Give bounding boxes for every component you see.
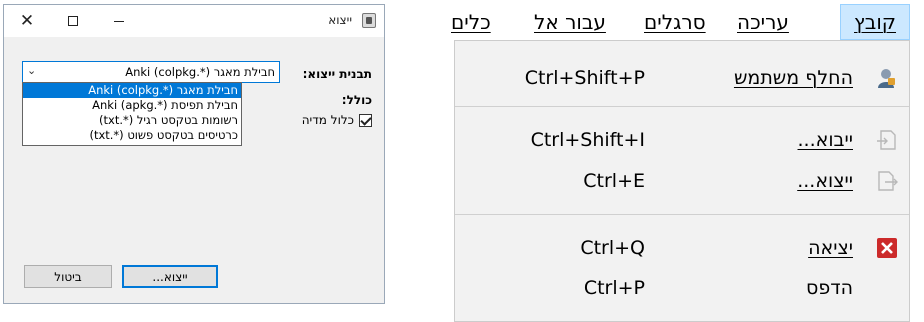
import-label: ייבוא... — [797, 129, 853, 151]
file-menu: החלף משתמש Ctrl+Shift+P ייבוא... Ctrl+Sh… — [454, 40, 910, 322]
export-dialog: ✕ ייצוא תבנית ייצוא: כולל: ⌄ חבילת מאגר … — [3, 4, 385, 304]
anki-app-icon — [362, 13, 376, 28]
include-label: כולל: — [341, 93, 372, 107]
menu-item-export[interactable]: ייצוא... Ctrl+E — [455, 164, 909, 198]
menu-separator — [455, 106, 909, 107]
export-format-select[interactable]: ⌄ חבילת מאגר (*.colpkg) Anki — [22, 61, 280, 83]
maximize-icon — [68, 16, 78, 26]
menu-go[interactable]: עבור אל — [534, 4, 606, 40]
menu-bars[interactable]: סרגלים — [644, 4, 706, 40]
export-icon — [875, 169, 899, 193]
chevron-down-icon: ⌄ — [27, 64, 37, 77]
menu-tools[interactable]: כלים — [451, 4, 491, 40]
export-label: ייצוא... — [797, 170, 853, 192]
cancel-button[interactable]: ביטול — [24, 265, 112, 288]
exit-icon — [875, 236, 899, 260]
export-format-label: תבנית ייצוא: — [302, 67, 372, 81]
format-option-colpkg[interactable]: חבילת מאגר (*.colpkg) Anki — [23, 83, 241, 98]
dialog-title: ייצוא — [328, 13, 352, 27]
menu-item-switch-user[interactable]: החלף משתמש Ctrl+Shift+P — [455, 61, 909, 95]
switch-user-label: החלף משתמש — [733, 67, 853, 89]
menu-separator — [455, 214, 909, 215]
include-media-label: כלול מדיה — [301, 113, 354, 127]
menu-bar: קובץ עריכה סרגלים עבור אל כלים — [437, 4, 910, 40]
include-media-checkbox[interactable] — [359, 113, 372, 127]
print-label: הדפס — [806, 277, 853, 299]
format-option-notes-txt[interactable]: רשומות בטקסט רגיל (*.txt) — [23, 113, 241, 128]
menu-file[interactable]: קובץ — [840, 4, 910, 40]
print-shortcut: Ctrl+P — [583, 277, 645, 299]
close-button[interactable]: ✕ — [4, 5, 50, 37]
format-option-apkg[interactable]: חבילת תפיסת (*.apkg) Anki — [23, 98, 241, 113]
maximize-button[interactable] — [50, 5, 96, 37]
menu-edit[interactable]: עריכה — [737, 4, 789, 40]
menu-item-print[interactable]: הדפס Ctrl+P — [455, 271, 909, 305]
switch-user-shortcut: Ctrl+Shift+P — [524, 67, 645, 89]
format-dropdown-list: חבילת מאגר (*.colpkg) Anki חבילת תפיסת (… — [22, 82, 242, 146]
import-shortcut: Ctrl+Shift+I — [530, 129, 645, 151]
minimize-button[interactable] — [96, 5, 142, 37]
menu-item-import[interactable]: ייבוא... Ctrl+Shift+I — [455, 123, 909, 157]
export-shortcut: Ctrl+E — [583, 170, 645, 192]
selected-format: חבילת מאגר (*.colpkg) Anki — [125, 65, 275, 79]
format-option-cards-txt[interactable]: כרטיסים בטקסט פשוט (*.txt) — [23, 128, 241, 143]
menu-item-exit[interactable]: יציאה Ctrl+Q — [455, 231, 909, 265]
dialog-titlebar: ✕ ייצוא — [4, 5, 384, 37]
switch-user-icon — [875, 66, 899, 90]
include-media-row[interactable]: כלול מדיה — [302, 113, 372, 127]
minimize-icon — [114, 20, 124, 22]
export-button[interactable]: ייצוא... — [122, 265, 218, 288]
exit-label: יציאה — [808, 237, 853, 259]
import-icon — [875, 128, 899, 152]
exit-shortcut: Ctrl+Q — [580, 237, 645, 259]
close-icon: ✕ — [19, 10, 35, 31]
